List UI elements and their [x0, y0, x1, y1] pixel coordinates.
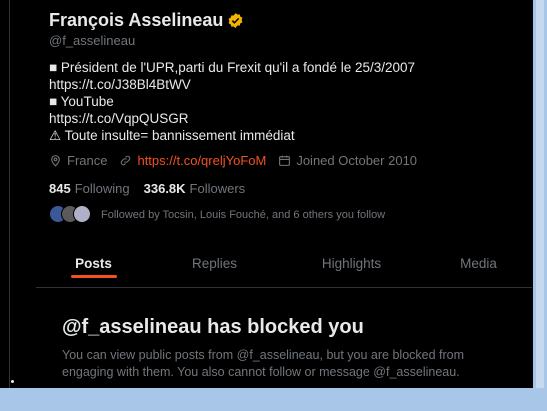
tab-label: Highlights	[321, 255, 382, 271]
profile-handle: @f_asselineau	[49, 33, 136, 48]
active-tab-indicator	[70, 275, 117, 278]
joined-item: Joined October 2010	[278, 153, 417, 168]
bio-line: ■ Président de l'UPR,parti du Frexit qu'…	[49, 60, 416, 75]
followers-link[interactable]: 336.8K Followers	[144, 181, 246, 196]
followers-label: Followers	[189, 181, 246, 196]
website-item[interactable]: https://t.co/qreljYoFoM	[119, 153, 266, 168]
followed-by-text: Followed by Tocsin, Louis Fouché, and 6 …	[101, 209, 386, 221]
scrollbar-track[interactable]	[533, 0, 547, 388]
location-item: France	[49, 153, 107, 168]
tab-media[interactable]: Media	[425, 244, 532, 282]
following-count: 845	[49, 181, 71, 196]
location-text: France	[67, 153, 108, 168]
following-link[interactable]: 845 Following	[49, 181, 130, 196]
bottom-strip	[0, 388, 547, 411]
blocked-title: @f_asselineau has blocked you	[62, 316, 364, 338]
calendar-icon	[279, 155, 291, 166]
bio-link[interactable]: https://t.co/J38Bl4BtWV	[49, 76, 415, 93]
tab-label: Posts	[75, 255, 112, 271]
followed-by-row[interactable]: Followed by Tocsin, Louis Fouché, and 6 …	[49, 205, 385, 225]
bio-line: ⚠ Toute insulte= bannissement immédiat	[49, 128, 295, 143]
tab-replies[interactable]: Replies	[151, 244, 278, 282]
bio-link[interactable]: https://t.co/VqpQUSGR	[49, 110, 415, 127]
followers-count: 336.8K	[143, 181, 186, 196]
tab-highlights[interactable]: Highlights	[278, 244, 425, 282]
tab-posts[interactable]: Posts	[36, 244, 151, 282]
followed-by-avatars	[49, 205, 97, 225]
profile-tabs: Posts Replies Highlights Media	[36, 244, 532, 288]
link-icon	[121, 155, 131, 166]
profile-header: François Asselineau @f_asselineau ■ Prés…	[36, 0, 532, 388]
profile-name: François Asselineau	[49, 10, 224, 30]
scrollbar-thumb[interactable]	[536, 0, 544, 388]
follow-counts: 845 Following 336.8K Followers	[49, 181, 245, 196]
stray-dot	[11, 380, 14, 383]
tab-label: Media	[460, 255, 497, 271]
blocked-message: You can view public posts from @f_asseli…	[62, 348, 465, 379]
avatar	[73, 205, 91, 223]
following-label: Following	[74, 181, 130, 196]
profile-meta: France https://t.co/qreljYoFoM Joined Oc…	[49, 153, 429, 168]
profile-bio: ■ Président de l'UPR,parti du Frexit qu'…	[49, 59, 415, 144]
bio-line: ■ YouTube	[49, 94, 114, 109]
joined-text: Joined October 2010	[296, 153, 418, 168]
name-row: François Asselineau	[49, 10, 244, 31]
verified-badge-icon[interactable]	[227, 12, 244, 29]
left-border	[0, 0, 10, 411]
website-link[interactable]: https://t.co/qreljYoFoM	[137, 153, 266, 168]
tab-label: Replies	[191, 255, 238, 271]
location-pin-icon	[51, 155, 60, 167]
